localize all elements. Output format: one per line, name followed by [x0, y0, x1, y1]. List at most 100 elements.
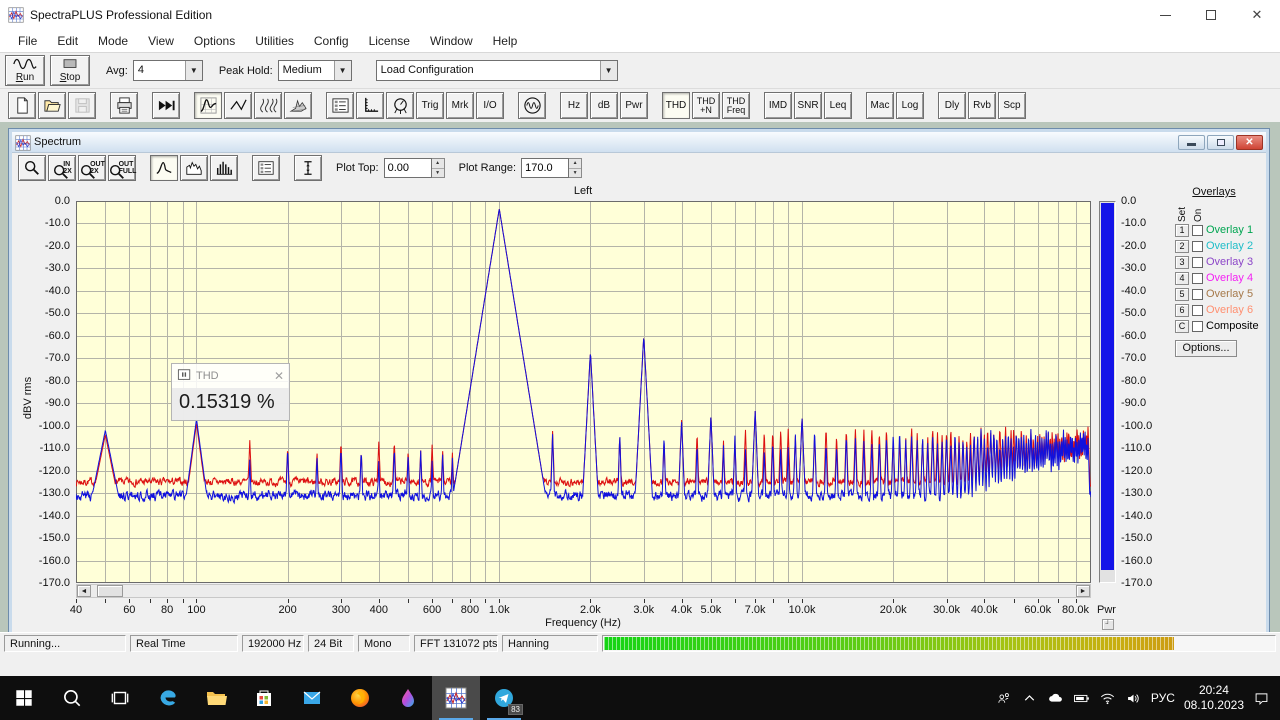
overlay-set-button-6[interactable]: 6: [1175, 303, 1189, 317]
spectrum-close-button[interactable]: ✕: [1236, 134, 1263, 150]
tray-cloud-icon[interactable]: [1047, 690, 1064, 707]
toolbar-button-db[interactable]: dB: [590, 92, 618, 119]
spectrum-toolbar-display-options[interactable]: [252, 155, 280, 181]
toolbar-button-save[interactable]: [68, 92, 96, 119]
load-config-combo[interactable]: Load Configuration ▼: [375, 60, 618, 81]
toolbar-button-dly[interactable]: Dly: [938, 92, 966, 119]
taskbar-firefox[interactable]: [336, 676, 384, 720]
toolbar-button-mac[interactable]: Mac: [866, 92, 894, 119]
spectrum-minimize-button[interactable]: [1178, 134, 1205, 150]
overlay-checkbox-3[interactable]: [1192, 256, 1203, 268]
spin-up-icon[interactable]: ▲: [431, 159, 444, 169]
toolbar-button-scp[interactable]: Scp: [998, 92, 1026, 119]
overlay-set-button-4[interactable]: 4: [1175, 271, 1189, 285]
avg-dropdown-icon[interactable]: ▼: [184, 61, 202, 80]
load-config-dropdown-icon[interactable]: ▼: [599, 61, 617, 80]
plot-top-spinner[interactable]: ▲ ▼: [431, 158, 445, 178]
toolbar-button-thd-freq[interactable]: THD Freq: [722, 92, 750, 119]
spin-down-icon[interactable]: ▼: [431, 168, 444, 177]
toolbar-button-view-spectrum[interactable]: [194, 92, 222, 119]
scroll-thumb[interactable]: [97, 585, 123, 597]
spectrum-toolbar-plot-bars[interactable]: [210, 155, 238, 181]
spectrum-restore-button[interactable]: [1207, 134, 1234, 150]
toolbar-button-display-options[interactable]: [326, 92, 354, 119]
spin-up-icon[interactable]: ▲: [569, 159, 582, 169]
peak-hold-combo[interactable]: Medium ▼: [277, 60, 352, 81]
stop-button[interactable]: Stop: [50, 55, 90, 86]
toolbar-button-leq[interactable]: Leq: [824, 92, 852, 119]
toolbar-button-i-o[interactable]: I/O: [476, 92, 504, 119]
toolbar-button-phase-meter[interactable]: [386, 92, 414, 119]
spectrum-toolbar-zoom-out-2x[interactable]: OUT 2X: [78, 155, 106, 181]
taskbar-paint-drop[interactable]: [384, 676, 432, 720]
toolbar-button-imd[interactable]: IMD: [764, 92, 792, 119]
spectrum-toolbar-zoom-full[interactable]: OUT FULL: [108, 155, 136, 181]
taskbar-spectraplus[interactable]: [432, 676, 480, 720]
spectrum-toolbar-magnifier[interactable]: [18, 155, 46, 181]
taskbar-win-start[interactable]: [0, 676, 48, 720]
tray-wifi-icon[interactable]: [1099, 690, 1116, 707]
tray-battery-icon[interactable]: [1073, 690, 1090, 707]
maximize-button[interactable]: [1188, 0, 1234, 30]
taskbar-explorer[interactable]: [192, 676, 240, 720]
spin-down-icon[interactable]: ▼: [569, 168, 582, 177]
overlay-checkbox-5[interactable]: [1192, 288, 1203, 300]
overlay-checkbox-2[interactable]: [1192, 240, 1203, 252]
plot-range-input[interactable]: [521, 158, 570, 178]
notification-center-icon[interactable]: [1253, 690, 1270, 707]
toolbar-button-gen-signal[interactable]: [518, 92, 546, 119]
toolbar-button-thd-n[interactable]: THD +N: [692, 92, 720, 119]
toolbar-button-scale-axis[interactable]: [356, 92, 384, 119]
menu-view[interactable]: View: [138, 30, 184, 52]
overlay-checkbox-6[interactable]: [1192, 304, 1203, 316]
scroll-left-icon[interactable]: ◄: [77, 585, 91, 597]
tray-chevron-up-icon[interactable]: [1021, 690, 1038, 707]
tray-people-icon[interactable]: [995, 690, 1012, 707]
toolbar-button-ff-arrows[interactable]: [152, 92, 180, 119]
toolbar-button-open-folder[interactable]: [38, 92, 66, 119]
overlay-checkbox-1[interactable]: [1192, 224, 1203, 236]
plot-range-spinner[interactable]: ▲ ▼: [569, 158, 583, 178]
menu-window[interactable]: Window: [420, 30, 483, 52]
taskbar-telegram[interactable]: 83: [480, 676, 528, 720]
menu-edit[interactable]: Edit: [47, 30, 88, 52]
scroll-track[interactable]: [123, 585, 1076, 597]
overlay-set-button-1[interactable]: 1: [1175, 223, 1189, 237]
language-indicator[interactable]: РУС: [1151, 691, 1175, 705]
menu-config[interactable]: Config: [304, 30, 359, 52]
toolbar-button-thd[interactable]: THD: [662, 92, 690, 119]
spectrum-toolbar-plot-line[interactable]: [150, 155, 178, 181]
taskbar-task-view[interactable]: [96, 676, 144, 720]
menu-utilities[interactable]: Utilities: [245, 30, 304, 52]
overlays-options-button[interactable]: Options...: [1175, 340, 1237, 357]
taskbar-edge[interactable]: [144, 676, 192, 720]
spectrum-toolbar-marker-ibeam[interactable]: [294, 155, 322, 181]
menu-license[interactable]: License: [359, 30, 420, 52]
toolbar-button-snr[interactable]: SNR: [794, 92, 822, 119]
overlay-set-button-5[interactable]: 5: [1175, 287, 1189, 301]
close-button[interactable]: ✕: [1234, 0, 1280, 30]
spectrum-toolbar-plot-filled[interactable]: [180, 155, 208, 181]
toolbar-button-pwr[interactable]: Pwr: [620, 92, 648, 119]
taskbar-store[interactable]: [240, 676, 288, 720]
menu-file[interactable]: File: [8, 30, 47, 52]
plot-top-input[interactable]: [383, 158, 432, 178]
avg-combo[interactable]: 4 ▼: [132, 60, 203, 81]
toolbar-button-new-file[interactable]: [8, 92, 36, 119]
run-button[interactable]: Run: [5, 55, 45, 86]
menu-help[interactable]: Help: [483, 30, 528, 52]
toolbar-button-mrk[interactable]: Mrk: [446, 92, 474, 119]
toolbar-button-view-surface[interactable]: [284, 92, 312, 119]
scroll-right-icon[interactable]: ►: [1076, 585, 1090, 597]
tray-volume-icon[interactable]: [1125, 690, 1142, 707]
plot-hscrollbar[interactable]: ◄ ►: [76, 584, 1091, 598]
overlay-set-button-3[interactable]: 3: [1175, 255, 1189, 269]
menu-mode[interactable]: Mode: [88, 30, 138, 52]
taskbar-win-search[interactable]: [48, 676, 96, 720]
overlay-checkbox-c[interactable]: [1192, 320, 1203, 332]
spectrum-toolbar-zoom-in-2x[interactable]: IN 2X: [48, 155, 76, 181]
overlay-set-button-c[interactable]: C: [1175, 319, 1189, 333]
toolbar-button-view-waveform[interactable]: [224, 92, 252, 119]
toolbar-button-log[interactable]: Log: [896, 92, 924, 119]
toolbar-button-hz[interactable]: Hz: [560, 92, 588, 119]
